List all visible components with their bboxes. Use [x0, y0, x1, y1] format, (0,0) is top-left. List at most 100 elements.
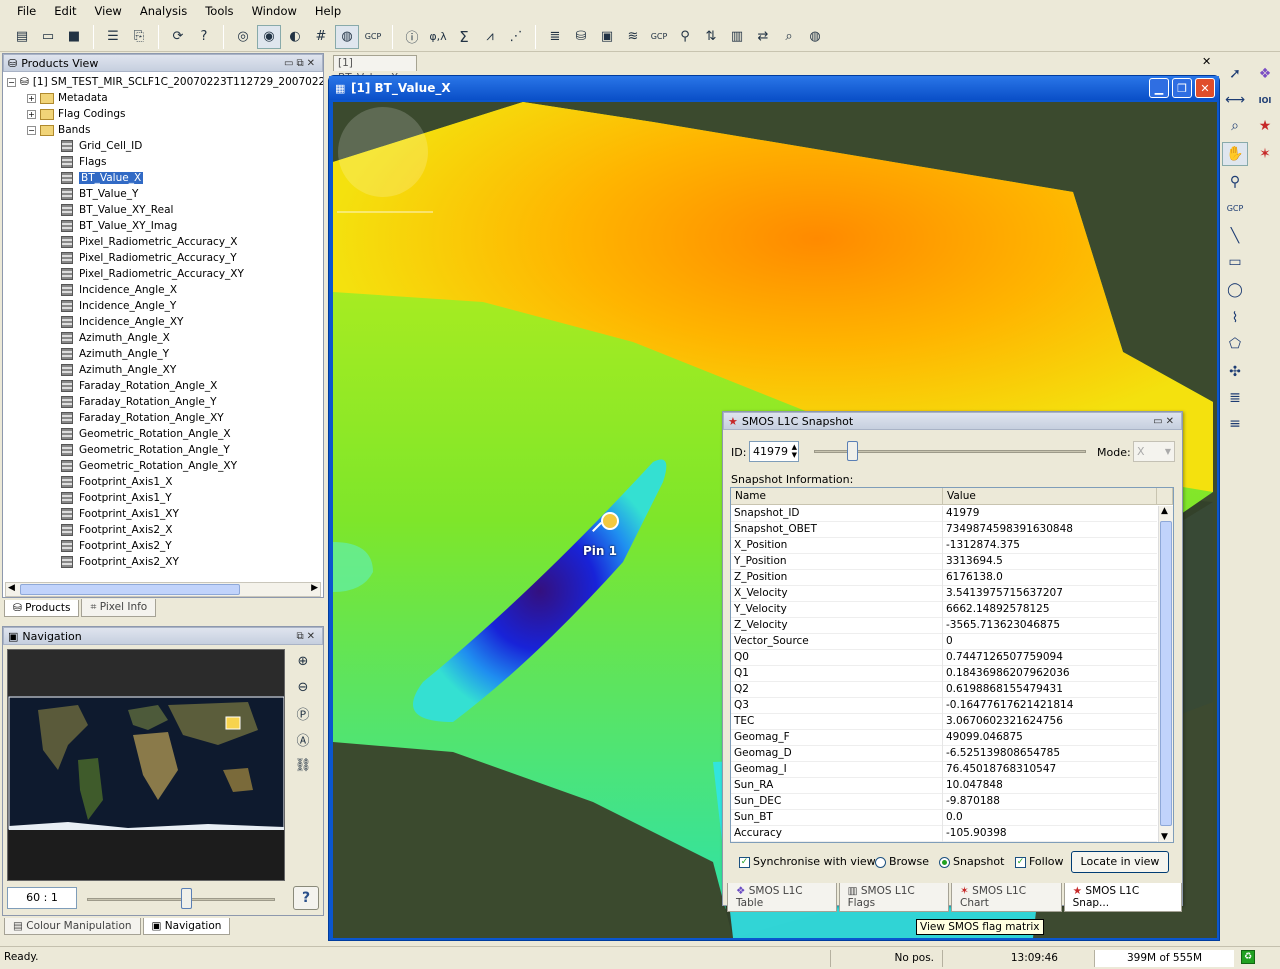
band-node[interactable]: Incidence_Angle_Y [47, 298, 176, 314]
table-row[interactable]: Snapshot_OBET 7349874598391630848 [731, 522, 1157, 538]
table-row[interactable]: Y_Position 3313694.5 [731, 554, 1157, 570]
band-node[interactable]: BT_Value_X [47, 170, 144, 186]
information-icon[interactable]: ⓘ [400, 25, 424, 49]
help-icon[interactable]: ? [192, 25, 216, 49]
pin-marker-icon[interactable] [601, 512, 619, 530]
minimize-icon[interactable]: ▁ [1149, 78, 1169, 98]
column-header-value[interactable]: Value [943, 488, 1157, 505]
gcp-manager-icon[interactable]: GCP [647, 25, 671, 49]
snapshot-id-spinner[interactable]: 41979 ▲ ▼ [749, 441, 799, 462]
menu-view[interactable]: View [86, 4, 131, 18]
locate-in-view-button[interactable]: Locate in view [1071, 851, 1169, 873]
ellipse-tool-icon[interactable]: ◯ [1222, 278, 1248, 302]
geo-coding-icon[interactable]: φ,λ [426, 25, 450, 49]
table-row[interactable]: Q1 0.18436986207962036 [731, 666, 1157, 682]
band-node[interactable]: Geometric_Rotation_Angle_XY [47, 458, 237, 474]
tab-colour-manipulation[interactable]: ▤ Colour Manipulation [4, 918, 141, 935]
snapshot-radio[interactable]: Snapshot [939, 855, 1004, 868]
layers-icon[interactable]: ≣ [543, 25, 567, 49]
pin-tool-icon[interactable]: ⚲ [1222, 170, 1248, 194]
layer-edit-icon[interactable]: ≡ [1222, 412, 1248, 436]
tree-node[interactable]: + Metadata [27, 90, 108, 106]
flip-icon[interactable]: ⇄ [751, 25, 775, 49]
statistics-icon[interactable]: Σ [452, 25, 476, 49]
tab-smos-l1c-chart[interactable]: ✶ SMOS L1C Chart [951, 883, 1062, 912]
band-node[interactable]: Pixel_Radiometric_Accuracy_XY [47, 266, 244, 282]
table-row[interactable]: Sun_DEC -9.870188 [731, 794, 1157, 810]
snapshot-slider-thumb[interactable] [847, 441, 858, 461]
expand-toggle-icon[interactable]: − [7, 77, 16, 87]
scroll-right-icon[interactable]: ▶ [311, 583, 318, 593]
table-row[interactable]: Z_Position 6176138.0 [731, 570, 1157, 586]
table-row[interactable]: TEC 3.0670602321624756 [731, 714, 1157, 730]
smos-chart-tool-icon[interactable]: ✶ [1252, 142, 1278, 166]
table-row[interactable]: Q3 -0.16477617621421814 [731, 698, 1157, 714]
shape-overlay-icon[interactable]: ◐ [283, 25, 307, 49]
tab-products[interactable]: ⛁ Products [4, 600, 80, 617]
scatter-plot-icon[interactable]: ⋰ [504, 25, 528, 49]
table-row[interactable]: Vector_Source 0 [731, 634, 1157, 650]
band-node[interactable]: Footprint_Axis2_XY [47, 554, 179, 570]
spinner-arrows-icon[interactable]: ▲ ▼ [792, 443, 797, 459]
band-node[interactable]: Faraday_Rotation_Angle_X [47, 378, 217, 394]
scrollbar-thumb[interactable] [20, 584, 240, 595]
table-row[interactable]: Z_Velocity -3565.713623046875 [731, 618, 1157, 634]
browse-radio[interactable]: Browse [875, 855, 929, 868]
database-icon[interactable]: ⛁ [569, 25, 593, 49]
table-row[interactable]: Geomag_F 49099.046875 [731, 730, 1157, 746]
zoom-out-icon[interactable]: ⊖ [291, 675, 315, 699]
band-node[interactable]: Azimuth_Angle_XY [47, 362, 176, 378]
restore-icon[interactable]: ❐ [1172, 78, 1192, 98]
band-node[interactable]: Footprint_Axis1_Y [47, 490, 172, 506]
follow-checkbox[interactable]: ✓ Follow [1015, 855, 1064, 868]
memory-indicator[interactable]: 399M of 555M [1094, 950, 1234, 967]
select-tool-icon[interactable]: ➚ [1222, 62, 1248, 86]
pin-overlay-icon[interactable]: ◍ [335, 24, 359, 49]
table-row[interactable]: X_Velocity 3.5413975715637207 [731, 586, 1157, 602]
band-node[interactable]: BT_Value_XY_Real [47, 202, 173, 218]
table-row[interactable]: Geomag_D -6.525139808654785 [731, 746, 1157, 762]
no-data-overlay-icon[interactable]: ◉ [257, 24, 281, 49]
subset-icon[interactable]: ▣ [595, 25, 619, 49]
zoom-in-icon[interactable]: ⊕ [291, 649, 315, 673]
gcp-tool-icon[interactable]: GCP [1222, 196, 1248, 220]
gcp-overlay-icon[interactable]: GCP [361, 25, 385, 49]
open-product-icon[interactable]: ▭ [36, 25, 60, 49]
table-vertical-scrollbar[interactable]: ▲ ▼ [1158, 506, 1173, 842]
menu-window[interactable]: Window [243, 4, 306, 18]
table-row[interactable]: Geomag_I 76.45018768310547 [731, 762, 1157, 778]
properties-icon[interactable]: ☰ [101, 25, 125, 49]
pixel-geo-icon[interactable]: ⌕ [777, 25, 801, 49]
polygon-tool-icon[interactable]: ⬠ [1222, 332, 1248, 356]
document-tab[interactable]: [1] BT_Value_X [333, 55, 417, 84]
band-node[interactable]: Footprint_Axis2_Y [47, 538, 172, 554]
tab-smos-l1c-snapshot[interactable]: ★ SMOS L1C Snap... [1063, 883, 1182, 912]
pan-tool-icon[interactable]: ✋ [1222, 142, 1248, 166]
spectrum-icon[interactable]: ▥ [725, 25, 749, 49]
menu-help[interactable]: Help [306, 4, 350, 18]
table-row[interactable]: Y_Velocity 6662.14892578125 [731, 602, 1157, 618]
tree-horizontal-scrollbar[interactable]: ◀ ▶ [5, 582, 321, 597]
smos-table-tool-icon[interactable]: ❖ [1252, 62, 1278, 86]
panel-controls-icon[interactable]: ⧉✕ [296, 631, 322, 642]
scroll-down-icon[interactable]: ▼ [1161, 832, 1168, 842]
layer-tool-icon[interactable]: ≣ [1222, 386, 1248, 410]
band-node[interactable]: Footprint_Axis1_XY [47, 506, 179, 522]
table-row[interactable]: X_Position -1312874.375 [731, 538, 1157, 554]
line-tool-icon[interactable]: ╲ [1222, 224, 1248, 248]
panel-controls-icon[interactable]: ▭✕ [1153, 416, 1181, 427]
panel-controls-icon[interactable]: ▭⧉✕ [284, 58, 322, 69]
tab-smos-l1c-table[interactable]: ❖ SMOS L1C Table [727, 883, 837, 912]
pin-manager-icon[interactable]: ⚲ [673, 25, 697, 49]
scroll-left-icon[interactable]: ◀ [8, 583, 15, 593]
table-row[interactable]: Accuracy -105.90398 [731, 826, 1157, 842]
tab-smos-l1c-flags[interactable]: ▥ SMOS L1C Flags [838, 883, 950, 912]
table-row[interactable]: Sun_RA 10.047848 [731, 778, 1157, 794]
band-node[interactable]: Footprint_Axis1_X [47, 474, 172, 490]
smos-flags-tool-icon[interactable]: IOI [1252, 88, 1278, 112]
band-node[interactable]: Faraday_Rotation_Angle_XY [47, 410, 224, 426]
table-row[interactable]: Q2 0.6198868155479431 [731, 682, 1157, 698]
sync-with-view-checkbox[interactable]: ✓ Synchronise with view [739, 855, 876, 868]
close-doc-icon[interactable]: ✕ [1202, 55, 1211, 68]
world-overview-map[interactable] [7, 649, 285, 881]
